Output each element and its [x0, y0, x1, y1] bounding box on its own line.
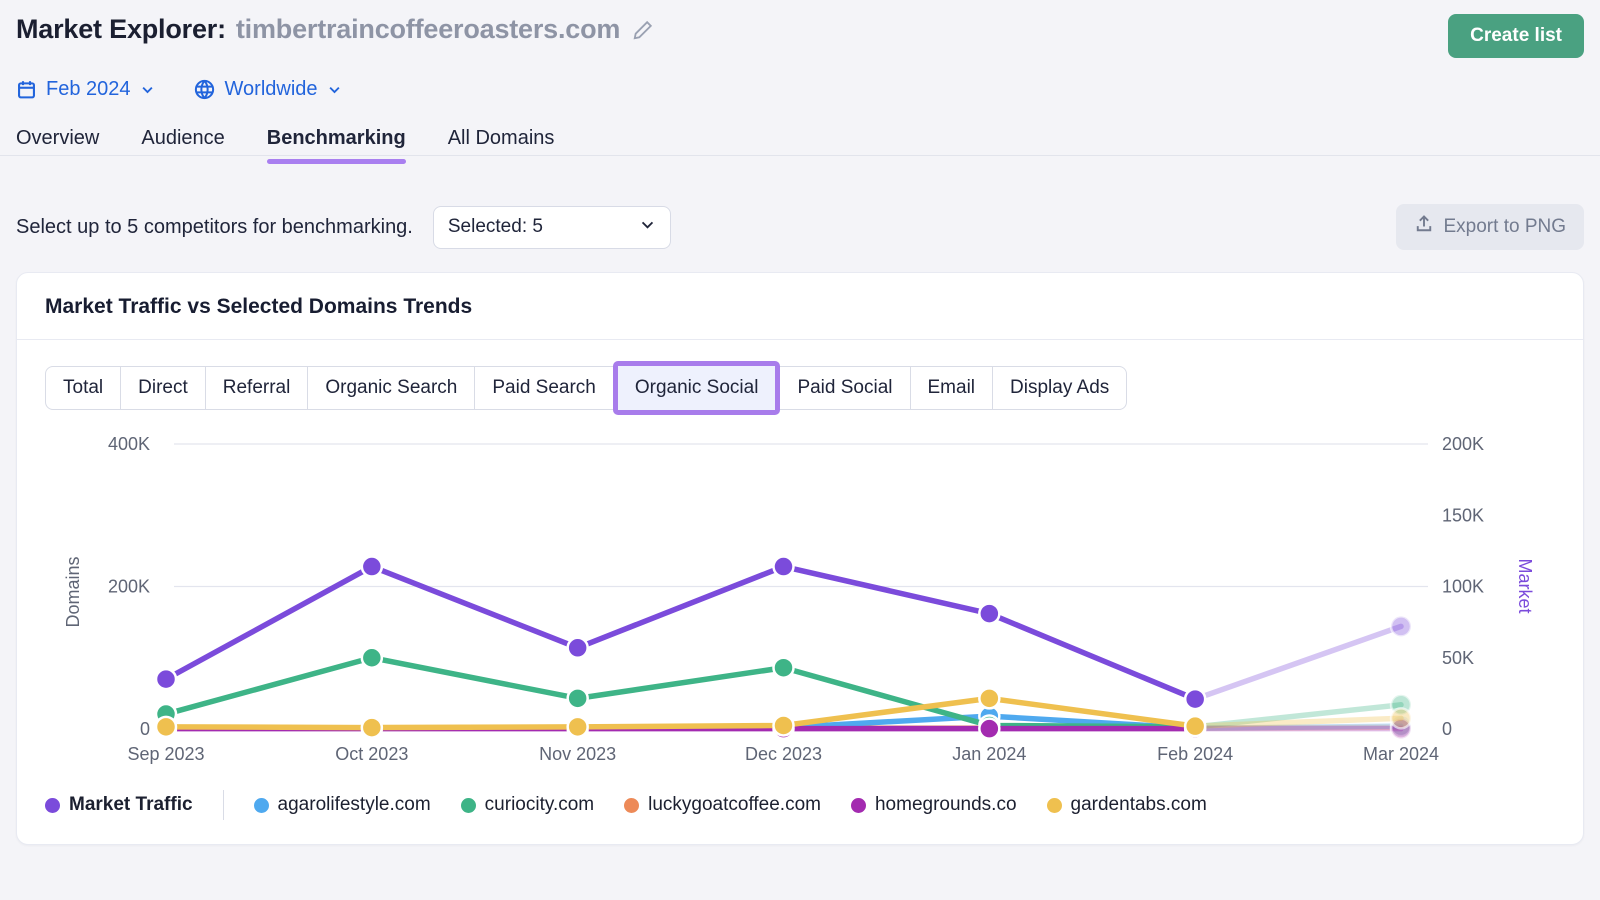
svg-text:Dec 2023: Dec 2023	[745, 744, 822, 764]
legend-dot	[45, 798, 60, 813]
export-icon	[1414, 214, 1434, 240]
globe-icon	[193, 78, 216, 101]
chevron-down-icon	[140, 82, 155, 97]
svg-text:Oct 2023: Oct 2023	[335, 744, 408, 764]
filter-total[interactable]: Total	[45, 366, 121, 410]
legend-dot	[1047, 798, 1062, 813]
card-title-divider	[17, 339, 1583, 340]
legend-divider	[223, 790, 224, 820]
svg-text:Jan 2024: Jan 2024	[952, 744, 1026, 764]
calendar-icon	[16, 79, 37, 100]
legend-item-gardentabs-com[interactable]: gardentabs.com	[1047, 794, 1207, 816]
svg-text:100K: 100K	[1442, 577, 1484, 597]
controls-row: Select up to 5 competitors for benchmark…	[16, 204, 1584, 250]
legend-dot	[624, 798, 639, 813]
card-title: Market Traffic vs Selected Domains Trend…	[17, 273, 1583, 339]
filter-paid-social[interactable]: Paid Social	[779, 366, 910, 410]
selected-competitors-dropdown[interactable]: Selected: 5	[433, 206, 671, 249]
page-title-prefix: Market Explorer:	[16, 14, 226, 45]
chart-legend: Market Traffic agarolifestyle.com curiocit…	[17, 780, 1583, 826]
filter-organic-social[interactable]: Organic Social	[613, 361, 781, 415]
svg-text:Sep 2023: Sep 2023	[127, 744, 204, 764]
filter-email[interactable]: Email	[910, 366, 994, 410]
legend-item-luckygoatcoffee-com[interactable]: luckygoatcoffee.com	[624, 794, 821, 816]
trends-card: Market Traffic vs Selected Domains Trend…	[16, 272, 1584, 845]
svg-text:150K: 150K	[1442, 505, 1484, 525]
export-label: Export to PNG	[1444, 216, 1567, 238]
chevron-down-icon	[639, 216, 656, 239]
region-selector-label: Worldwide	[225, 78, 318, 101]
legend-label: gardentabs.com	[1071, 794, 1207, 816]
filter-display-ads[interactable]: Display Ads	[992, 366, 1127, 410]
legend-label: luckygoatcoffee.com	[648, 794, 821, 816]
date-selector[interactable]: Feb 2024	[16, 78, 155, 101]
legend-item-agarolifestyle-com[interactable]: agarolifestyle.com	[254, 794, 431, 816]
page-title: Market Explorer: timbertraincoffeeroaste…	[16, 14, 654, 45]
svg-text:200K: 200K	[108, 577, 150, 597]
legend-dot	[254, 798, 269, 813]
region-selector[interactable]: Worldwide	[193, 78, 342, 101]
competitors-prompt: Select up to 5 competitors for benchmark…	[16, 216, 413, 239]
svg-text:0: 0	[140, 719, 150, 739]
legend-item-curiocity-com[interactable]: curiocity.com	[461, 794, 594, 816]
tabs-row: Overview Audience Benchmarking All Domains	[16, 127, 1584, 164]
svg-text:Mar 2024: Mar 2024	[1363, 744, 1439, 764]
legend-label: homegrounds.co	[875, 794, 1017, 816]
svg-text:Feb 2024: Feb 2024	[1157, 744, 1233, 764]
svg-text:Market: Market	[1515, 558, 1535, 613]
svg-text:0: 0	[1442, 719, 1452, 739]
legend-dot	[851, 798, 866, 813]
export-to-png-button[interactable]: Export to PNG	[1396, 204, 1585, 250]
date-selector-label: Feb 2024	[46, 78, 131, 101]
svg-text:200K: 200K	[1442, 434, 1484, 454]
create-list-button[interactable]: Create list	[1448, 14, 1584, 58]
tab-all-domains[interactable]: All Domains	[448, 127, 555, 164]
legend-label: curiocity.com	[485, 794, 594, 816]
svg-text:Domains: Domains	[63, 556, 83, 627]
market-explorer-page: Market Explorer: timbertraincoffeeroaste…	[0, 0, 1600, 845]
svg-text:Nov 2023: Nov 2023	[539, 744, 616, 764]
traffic-channel-filters: TotalDirectReferralOrganic SearchPaid Se…	[45, 366, 1583, 410]
legend-item-market-traffic[interactable]: Market Traffic	[45, 794, 193, 816]
tab-overview[interactable]: Overview	[16, 127, 99, 164]
header: Market Explorer: timbertraincoffeeroaste…	[16, 14, 1584, 58]
filter-organic-search[interactable]: Organic Search	[307, 366, 475, 410]
edit-pencil-icon[interactable]	[632, 19, 654, 41]
tabs-divider	[0, 155, 1600, 156]
selected-competitors-value: Selected: 5	[448, 216, 543, 238]
tab-audience[interactable]: Audience	[141, 127, 224, 164]
legend-label: Market Traffic	[69, 794, 193, 816]
legend-item-homegrounds-co[interactable]: homegrounds.co	[851, 794, 1017, 816]
trends-chart: 0 200K 400K 0 50K 100K 150K 200K Domains Market Se…	[17, 426, 1583, 778]
selectors-row: Feb 2024 Worldwide	[16, 78, 1584, 101]
svg-text:400K: 400K	[108, 434, 150, 454]
svg-text:50K: 50K	[1442, 648, 1474, 668]
filter-paid-search[interactable]: Paid Search	[474, 366, 614, 410]
tab-benchmarking[interactable]: Benchmarking	[267, 127, 406, 164]
filter-direct[interactable]: Direct	[120, 366, 206, 410]
trends-chart-svg: 0 200K 400K 0 50K 100K 150K 200K Domains Market Se…	[17, 426, 1583, 778]
filter-referral[interactable]: Referral	[205, 366, 309, 410]
legend-label: agarolifestyle.com	[278, 794, 431, 816]
chevron-down-icon	[327, 82, 342, 97]
page-title-domain: timbertraincoffeeroasters.com	[236, 14, 620, 45]
legend-dot	[461, 798, 476, 813]
